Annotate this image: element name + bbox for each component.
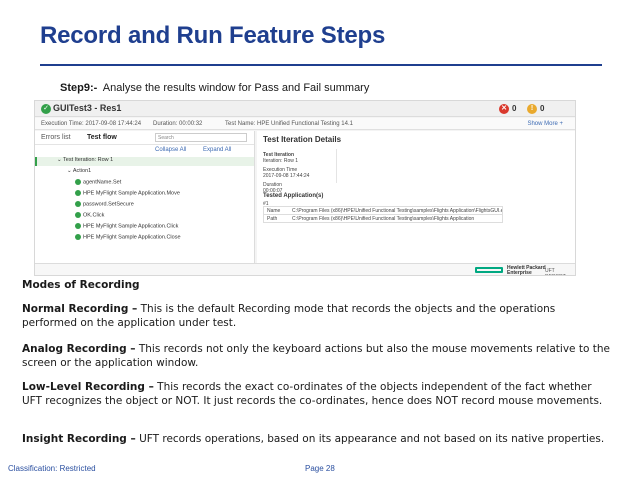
pass-icon — [75, 223, 81, 229]
details-title: Test Iteration Details — [263, 135, 342, 144]
tree-row-step[interactable]: HPE MyFlight Sample Application.Click — [35, 223, 178, 232]
hpe-logo-icon — [475, 267, 503, 273]
tree-row-step[interactable]: HPE MyFlight Sample Application.Move — [35, 190, 180, 199]
execution-time: Execution Time: 2017-09-08 17:44:24 — [41, 121, 142, 127]
flow-search-input[interactable]: Search — [155, 133, 247, 142]
results-window-titlebar: ✓ GUITest3 - Res1 ✕ 0 ! 0 — [35, 101, 575, 117]
page-number: Page 28 — [305, 464, 335, 473]
warning-count: 0 — [540, 104, 545, 113]
tested-apps-heading: Tested Application(s) — [263, 193, 324, 199]
classification-label: Classification: Restricted — [8, 464, 96, 473]
iteration-details-pane: Test Iteration Details Test Iteration Ite… — [257, 131, 575, 263]
tree-row-step[interactable]: password.SetSecure — [35, 201, 134, 210]
step-instruction: Step9:- Analyse the results window for P… — [60, 82, 369, 94]
normal-recording-paragraph: Normal Recording – This is the default R… — [22, 303, 556, 329]
modes-heading: Modes of Recording — [22, 279, 140, 291]
tree-row-step[interactable]: agentName.Set — [35, 179, 121, 188]
title-underline — [40, 64, 602, 66]
pass-check-icon: ✓ — [41, 104, 51, 114]
test-flow-pane: Errors list Test flow Search Collapse Al… — [35, 131, 255, 263]
run-summary-bar: Execution Time: 2017-09-08 17:44:24 Dura… — [35, 118, 575, 130]
low-level-recording-paragraph: Low-Level Recording – This records the e… — [22, 381, 603, 407]
pass-icon — [75, 201, 81, 207]
pass-icon — [75, 179, 81, 185]
pane-tabs: Errors list Test flow Search — [35, 131, 254, 145]
tested-apps-table: Name C:\Program Files (x86)\HPE\Unified … — [263, 206, 503, 223]
tab-test-flow[interactable]: Test flow — [87, 134, 117, 141]
warning-icon[interactable]: ! — [527, 104, 537, 114]
uft-report-label: UFT REPORT — [545, 268, 566, 275]
error-icon[interactable]: ✕ — [499, 104, 509, 114]
collapse-all-link[interactable]: Collapse All — [155, 147, 186, 153]
step-text: Analyse the results window for Pass and … — [102, 82, 370, 94]
tree-row-step[interactable]: OK.Click — [35, 212, 104, 221]
tree-row-step[interactable]: HPE MyFlight Sample Application.Close — [35, 234, 181, 243]
pass-icon — [75, 190, 81, 196]
tab-errors-list[interactable]: Errors list — [41, 134, 71, 141]
slide-title: Record and Run Feature Steps — [40, 22, 386, 49]
pass-icon — [75, 212, 81, 218]
tree-row-action[interactable]: ⌄ Action1 — [35, 168, 91, 177]
iteration-summary: Test Iteration Iteration: Row 1 Execution… — [257, 149, 337, 194]
report-footer: Hewlett PackardEnterprise UFT REPORT — [35, 263, 575, 276]
expand-all-link[interactable]: Expand All — [203, 147, 231, 153]
analog-recording-paragraph: Analog Recording – This records not only… — [22, 343, 610, 369]
pass-icon — [75, 234, 81, 240]
hpe-logo-text: Hewlett Packard Enterprise — [507, 265, 546, 276]
duration: Duration: 00:00:32 — [153, 121, 203, 127]
error-count: 0 — [512, 104, 517, 113]
uft-results-screenshot: ✓ GUITest3 - Res1 ✕ 0 ! 0 Execution Time… — [34, 100, 576, 276]
tree-row-iteration[interactable]: ⌄ Test Iteration: Row 1 — [35, 157, 254, 166]
table-row: Path C:\Program Files (x86)\HPE\Unified … — [263, 214, 503, 223]
test-name: Test Name: HPE Unified Functional Testin… — [225, 121, 353, 127]
show-more-link[interactable]: Show More + — [527, 121, 563, 127]
step-label: Step9:- — [60, 82, 98, 94]
results-window-title: GUITest3 - Res1 — [53, 103, 122, 113]
insight-recording-paragraph: Insight Recording – UFT records operatio… — [22, 433, 605, 445]
